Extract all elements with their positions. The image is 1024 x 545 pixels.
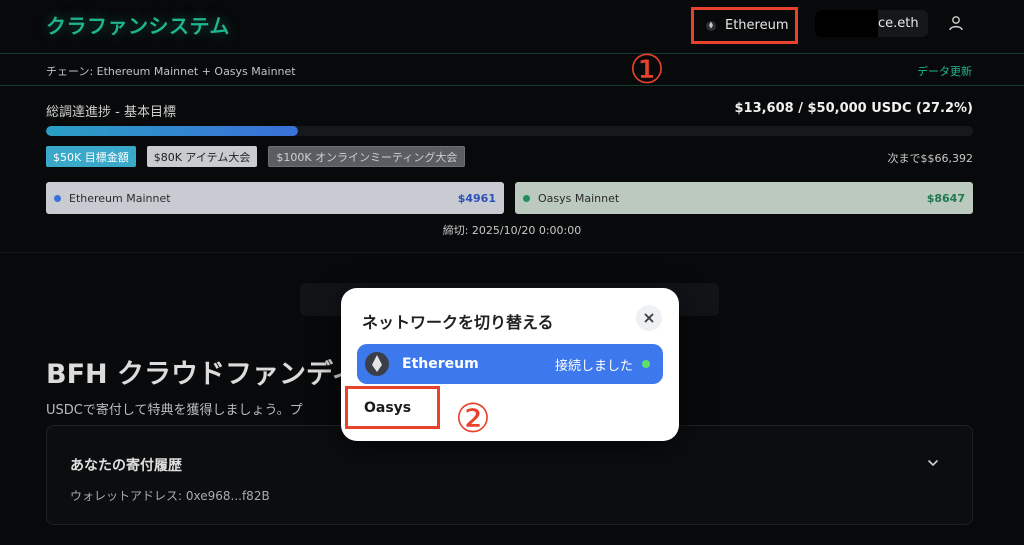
progress-title: 総調達進捗 - 基本目標	[46, 105, 176, 120]
close-button[interactable]	[636, 305, 662, 331]
app-logo[interactable]: クラファンシステム	[46, 10, 230, 39]
donation-history-title: あなたの寄付履歴	[70, 458, 182, 474]
network-option-oasys[interactable]: Oasys	[345, 386, 440, 429]
page-subtitle: USDCで寄付して特典を獲得しましょう。プ	[46, 403, 303, 418]
chain-card-oasys: Oasys Mainnet $8647	[515, 182, 973, 214]
ethereum-logo-icon	[365, 352, 389, 376]
refresh-data-link[interactable]: データ更新	[917, 63, 972, 79]
chain-card-amount: $8647	[926, 191, 965, 205]
progress-amount: $13,608 / $50,000 USDC (27.2%)	[734, 101, 973, 116]
oasys-dot-icon	[523, 194, 530, 202]
connected-dot-icon	[642, 360, 650, 368]
ethereum-icon	[706, 20, 716, 31]
milestone-list: $50K 目標金額 $80K アイテム大会 $100K オンラインミーティング大…	[46, 146, 466, 167]
next-milestone-remaining: 次まで$$66,392	[887, 152, 974, 165]
network-switch-button[interactable]: Ethereum	[691, 7, 798, 44]
progress-bar-fill	[46, 126, 299, 136]
progress-bar	[46, 126, 973, 136]
network-switch-modal: ネットワークを切り替える Ethereum 接続しました Oasys	[341, 288, 679, 441]
annotation-marker-2: ②	[455, 396, 491, 442]
chevron-down-icon[interactable]	[926, 456, 940, 470]
network-option-label: Ethereum	[402, 356, 479, 372]
chain-card-ethereum: Ethereum Mainnet $4961	[46, 182, 504, 214]
ethereum-dot-icon	[54, 194, 61, 202]
deadline-text: 締切: 2025/10/20 0:00:00	[442, 224, 582, 237]
wallet-button[interactable]: ce.eth	[815, 10, 928, 37]
close-icon	[644, 313, 654, 323]
milestone-badge: $80K アイテム大会	[146, 146, 258, 167]
chain-card-label: Oasys Mainnet	[538, 191, 620, 205]
user-icon[interactable]	[946, 13, 966, 33]
network-button-label: Ethereum	[725, 18, 789, 33]
divider	[0, 252, 1024, 253]
modal-title: ネットワークを切り替える	[362, 313, 554, 332]
milestone-badge: $100K オンラインミーティング大会	[268, 146, 466, 167]
chain-info: チェーン: Ethereum Mainnet + Oasys Mainnet	[46, 65, 296, 78]
wallet-address: ce.eth	[878, 16, 919, 31]
connection-status: 接続しました	[554, 358, 633, 374]
network-option-label: Oasys	[364, 399, 412, 416]
header: クラファンシステム Ethereum ce.eth	[0, 0, 1024, 54]
chain-card-amount: $4961	[457, 191, 496, 205]
redacted-mask	[815, 10, 878, 37]
milestone-badge: $50K 目標金額	[46, 146, 136, 167]
wallet-address-text: ウォレットアドレス: 0xe968...f82B	[70, 489, 270, 503]
chain-bar: チェーン: Ethereum Mainnet + Oasys Mainnet デ…	[0, 54, 1024, 86]
chain-card-label: Ethereum Mainnet	[69, 191, 171, 205]
network-option-ethereum[interactable]: Ethereum 接続しました	[357, 344, 663, 384]
page-title: BFH クラウドファンディ	[46, 359, 346, 390]
